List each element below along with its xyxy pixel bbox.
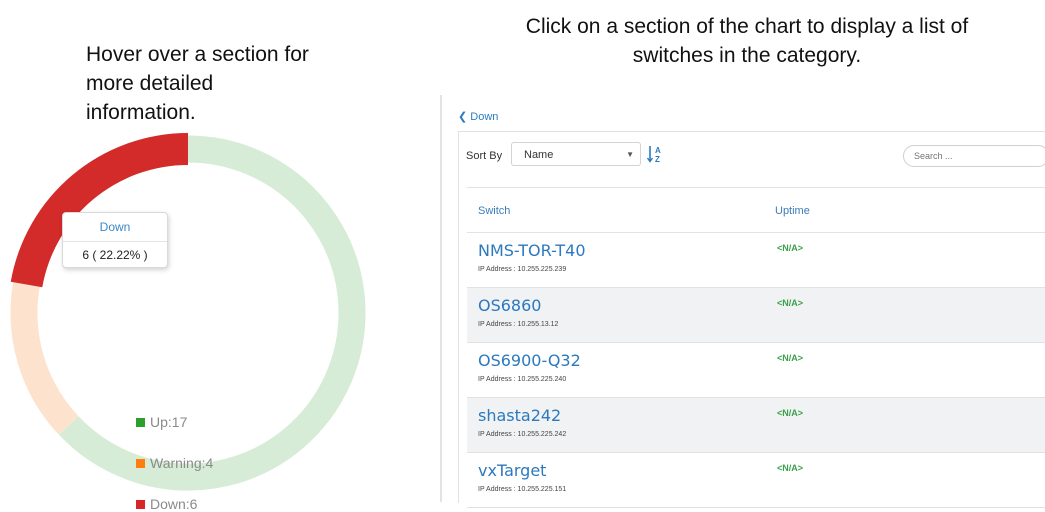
donut-slice-up[interactable]	[58, 135, 366, 491]
switch-uptime: <N/A>	[777, 463, 804, 473]
legend-item-warning[interactable]: Warning:4	[136, 455, 213, 471]
status-donut-chart: Up:17 Warning:4 Down:6	[0, 130, 380, 512]
legend-swatch-up	[136, 418, 145, 427]
table-row: shasta242 IP Address : 10.255.225.242 <N…	[467, 398, 1045, 453]
table-row: NMS-TOR-T40 IP Address : 10.255.225.239 …	[467, 233, 1045, 288]
switch-ip-address: IP Address : 10.255.225.239	[478, 266, 567, 273]
switch-name-link[interactable]: vxTarget	[478, 461, 546, 480]
switch-uptime: <N/A>	[777, 298, 804, 308]
legend-label-down: Down:6	[150, 496, 198, 512]
donut-slice-warning[interactable]	[10, 282, 79, 435]
switch-ip-address: IP Address : 10.255.225.151	[478, 486, 567, 493]
column-header-switch[interactable]: Switch	[478, 205, 510, 217]
legend-swatch-warning	[136, 459, 145, 468]
switch-ip-address: IP Address : 10.255.13.12	[478, 321, 559, 328]
table-row: vxTarget IP Address : 10.255.225.151 <N/…	[467, 453, 1045, 508]
sort-by-label: Sort By	[466, 150, 503, 162]
tooltip-value: 6 ( 22.22% )	[82, 248, 148, 262]
search-input[interactable]	[903, 145, 1045, 167]
legend-item-down[interactable]: Down:6	[136, 496, 197, 512]
switch-name-link[interactable]: NMS-TOR-T40	[478, 241, 586, 260]
back-link-label: Down	[470, 111, 499, 123]
click-instruction: Click on a section of the chart to displ…	[525, 15, 969, 67]
legend-label-warning: Warning:4	[150, 455, 214, 471]
caret-down-icon: ▼	[626, 150, 634, 159]
switch-table-body: NMS-TOR-T40 IP Address : 10.255.225.239 …	[467, 233, 1045, 508]
chart-tooltip: Down 6 ( 22.22% )	[62, 212, 168, 268]
svg-text:A: A	[655, 146, 661, 155]
switch-ip-address: IP Address : 10.255.225.242	[478, 431, 567, 438]
sort-by-value: Name	[524, 149, 554, 161]
table-row: OS6900-Q32 IP Address : 10.255.225.240 <…	[467, 343, 1045, 398]
toolbar-divider	[467, 187, 1045, 188]
switch-ip-address: IP Address : 10.255.225.240	[478, 376, 567, 383]
switch-name-link[interactable]: OS6900-Q32	[478, 351, 581, 370]
chevron-left-icon: ❮	[458, 111, 468, 123]
back-link[interactable]: ❮ Down	[458, 110, 498, 123]
legend-swatch-down	[136, 500, 145, 509]
legend-label-up: Up:17	[150, 414, 188, 430]
sort-ascending-icon[interactable]: A Z	[647, 144, 663, 164]
tooltip-title: Down	[63, 213, 167, 242]
switch-name-link[interactable]: OS6860	[478, 296, 541, 315]
column-header-uptime[interactable]: Uptime	[775, 205, 810, 217]
svg-text:Z: Z	[655, 155, 660, 164]
donut-svg	[10, 133, 366, 491]
table-row: OS6860 IP Address : 10.255.13.12 <N/A>	[467, 288, 1045, 343]
legend-item-up[interactable]: Up:17	[136, 414, 187, 430]
switch-uptime: <N/A>	[777, 408, 804, 418]
switch-uptime: <N/A>	[777, 243, 804, 253]
switch-name-link[interactable]: shasta242	[478, 406, 561, 425]
switch-list-card: Sort By Name ▼ A Z Switch Uptime NMS-TOR…	[458, 131, 1045, 508]
switch-uptime: <N/A>	[777, 353, 804, 363]
sort-by-select[interactable]: Name ▼	[511, 142, 641, 166]
hover-instruction: Hover over a section for more detailed i…	[86, 43, 309, 124]
switch-list-panel: ❮ Down Sort By Name ▼ A Z Switch Uptime …	[440, 95, 1045, 508]
